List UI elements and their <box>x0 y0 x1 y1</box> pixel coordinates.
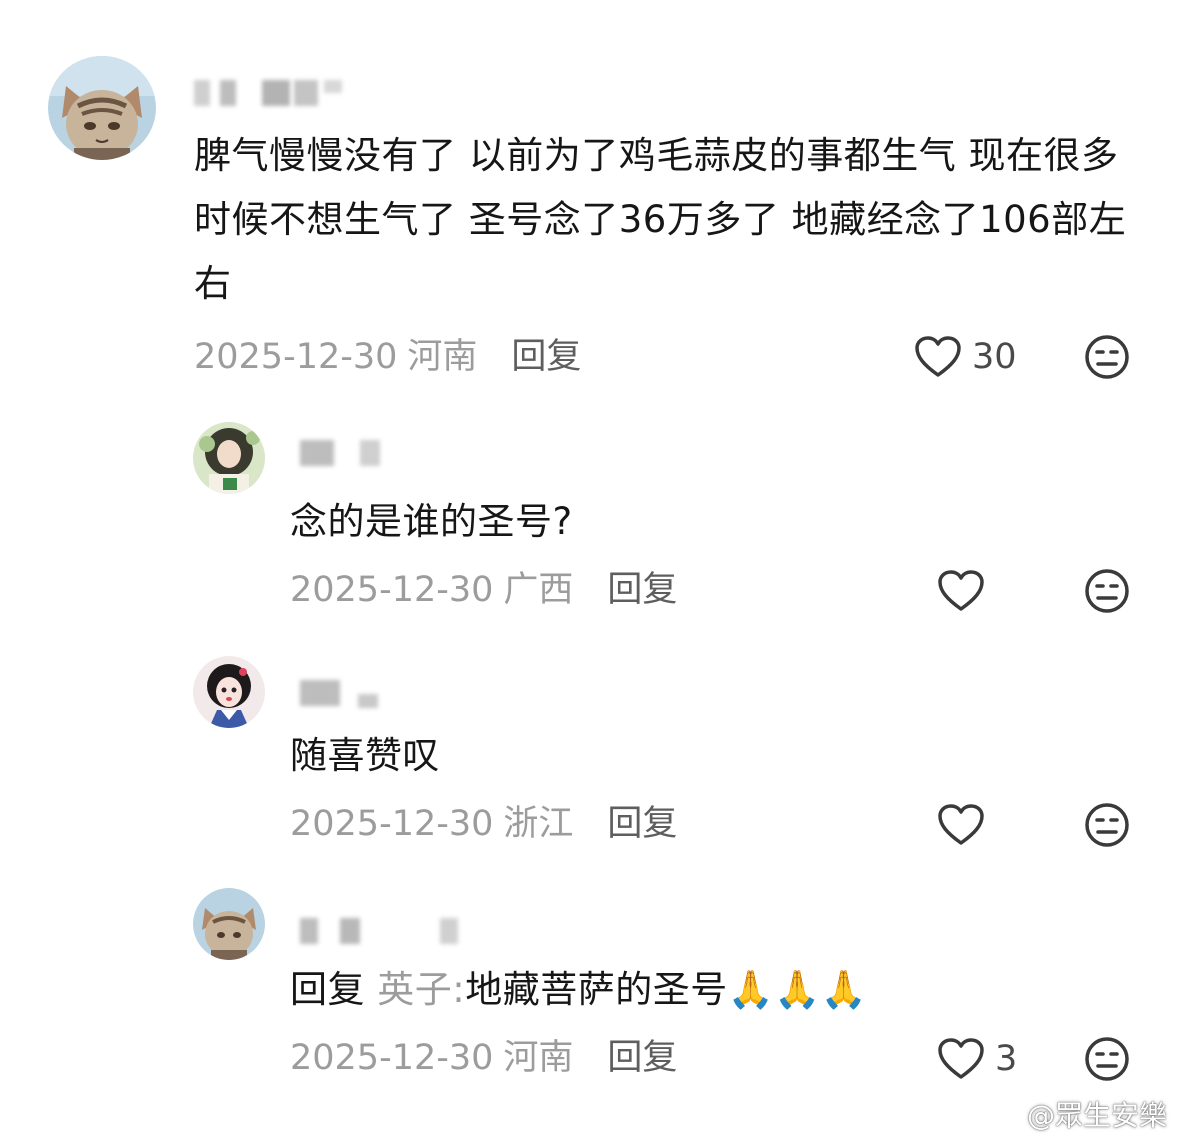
comment-text: 随喜赞叹 <box>290 734 440 777</box>
reply-text: 地藏菩萨的圣号🙏🙏🙏 <box>465 968 868 1011</box>
username-blurred[interactable] <box>300 918 460 944</box>
comment-date: 2025-12-30 <box>290 570 494 610</box>
meh-face-icon <box>1085 803 1129 847</box>
heart-outline-icon <box>938 570 984 611</box>
cat-avatar-image <box>48 56 156 160</box>
comment-meta: 2025-12-30 浙江 回复 <box>290 802 677 846</box>
comment-date: 2025-12-30 <box>194 337 398 377</box>
comment-region: 广西 <box>503 570 574 610</box>
comment-region: 浙江 <box>503 804 574 844</box>
comment-text: 脾气慢慢没有了 以前为了鸡毛蒜皮的事都生气 现在很多时候不想生气了 圣号念了36… <box>194 134 1127 305</box>
comment-meta: 2025-12-30 广西 回复 <box>290 568 677 612</box>
girl-green-avatar-image <box>193 422 265 494</box>
username-blurred[interactable] <box>300 680 382 708</box>
cat-avatar-image <box>193 888 265 960</box>
heart-outline-icon <box>938 1038 984 1079</box>
avatar[interactable] <box>48 56 156 160</box>
like-count: 3 <box>995 1039 1018 1079</box>
watermark-text: @眾生安樂 <box>1026 1099 1167 1132</box>
comment-text: 念的是谁的圣号? <box>290 500 573 543</box>
heart-outline-icon <box>915 336 961 377</box>
like-count: 30 <box>972 337 1017 377</box>
girl-cartoon-avatar-image <box>193 656 265 728</box>
reply-target-username[interactable]: 英子: <box>377 968 465 1011</box>
meh-face-icon <box>1085 335 1129 379</box>
like-button[interactable]: 30 <box>914 335 1017 379</box>
like-button[interactable] <box>937 803 995 847</box>
dislike-button[interactable] <box>1084 568 1130 618</box>
comment-meta: 2025-12-30 河南 回复 <box>290 1036 677 1080</box>
dislike-button[interactable] <box>1084 334 1130 384</box>
comment-region: 河南 <box>503 1038 574 1078</box>
avatar[interactable] <box>193 888 265 960</box>
watermark: @眾生安樂 <box>987 1094 1167 1134</box>
reply-button[interactable]: 回复 <box>511 337 581 377</box>
reply-button[interactable]: 回复 <box>607 1038 677 1078</box>
comment-region: 河南 <box>407 337 478 377</box>
dislike-button[interactable] <box>1084 802 1130 852</box>
weibo-logo-icon <box>987 1104 1019 1126</box>
comment-meta: 2025-12-30 河南 回复 <box>194 335 581 379</box>
avatar[interactable] <box>193 656 265 728</box>
comment-text: 回复 英子:地藏菩萨的圣号🙏🙏🙏 <box>290 958 1090 1022</box>
meh-face-icon <box>1085 569 1129 613</box>
like-button[interactable] <box>937 569 995 613</box>
comment-date: 2025-12-30 <box>290 1038 494 1078</box>
reply-button[interactable]: 回复 <box>607 804 677 844</box>
username-blurred[interactable] <box>194 80 344 106</box>
reply-prefix: 回复 <box>290 968 365 1011</box>
heart-outline-icon <box>938 804 984 845</box>
username-blurred[interactable] <box>300 440 382 466</box>
comment-date: 2025-12-30 <box>290 804 494 844</box>
dislike-button[interactable] <box>1084 1036 1130 1086</box>
avatar[interactable] <box>193 422 265 494</box>
meh-face-icon <box>1085 1037 1129 1081</box>
like-button[interactable]: 3 <box>937 1037 1017 1081</box>
reply-button[interactable]: 回复 <box>607 570 677 610</box>
